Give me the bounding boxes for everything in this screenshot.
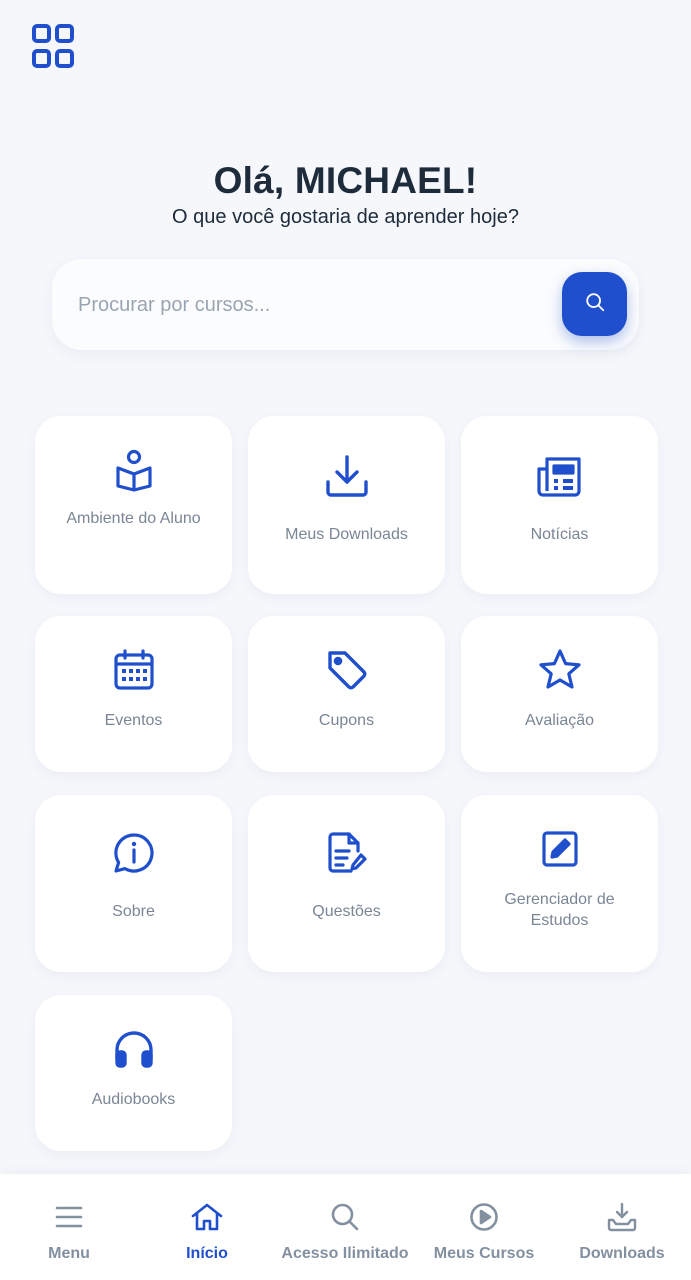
headphones-icon [110, 1025, 158, 1073]
inbox-download-icon [606, 1202, 638, 1237]
search-bar [52, 259, 639, 350]
grid-item-label: Ambiente do Aluno [66, 510, 201, 527]
student-reading-icon [110, 446, 158, 494]
apps-grid-icon[interactable] [30, 22, 78, 70]
grid-item-label: Gerenciador de Estudos [504, 891, 615, 929]
edit-square-icon [536, 825, 584, 873]
grid-item-label: Notícias [530, 526, 589, 543]
tag-icon [323, 646, 371, 694]
grid-item-questoes[interactable]: Questões [248, 795, 445, 972]
star-icon [536, 646, 584, 694]
play-circle-icon [469, 1202, 499, 1237]
nav-item-downloads[interactable]: Downloads [553, 1202, 691, 1263]
grid-item-label: Cupons [318, 712, 375, 729]
nav-label: Meus Cursos [433, 1245, 535, 1262]
nav-item-inicio[interactable]: Início [138, 1202, 276, 1263]
grid-item-noticias[interactable]: Notícias [461, 416, 658, 594]
grid-item-avaliacao[interactable]: Avaliação [461, 616, 658, 772]
calendar-icon [110, 646, 158, 694]
grid-item-label: Avaliação [524, 712, 595, 729]
download-icon [323, 452, 371, 500]
nav-label: Início [186, 1245, 228, 1262]
nav-item-meus-cursos[interactable]: Meus Cursos [415, 1202, 553, 1263]
bottom-navigation: Menu Início Acesso Ilimitado Meus Cursos [0, 1174, 691, 1280]
grid-item-gerenciador-de-estudos[interactable]: Gerenciador de Estudos [461, 795, 658, 972]
nav-item-acesso-ilimitado[interactable]: Acesso Ilimitado [276, 1202, 414, 1263]
newspaper-icon [536, 452, 584, 500]
file-edit-icon [323, 829, 371, 877]
info-chat-icon [110, 829, 158, 877]
grid-item-ambiente-do-aluno[interactable]: Ambiente do Aluno [35, 416, 232, 594]
grid-item-cupons[interactable]: Cupons [248, 616, 445, 772]
grid-item-label: Audiobooks [91, 1091, 176, 1108]
grid-item-eventos[interactable]: Eventos [35, 616, 232, 772]
grid-item-audiobooks[interactable]: Audiobooks [35, 995, 232, 1151]
grid-item-sobre[interactable]: Sobre [35, 795, 232, 972]
nav-item-menu[interactable]: Menu [0, 1202, 138, 1263]
hamburger-icon [54, 1202, 84, 1237]
grid-item-label: Sobre [112, 903, 155, 920]
search-input[interactable] [78, 287, 548, 323]
grid-item-label: Eventos [104, 712, 163, 729]
greeting-subtitle: O que você gostaria de aprender hoje? [172, 206, 519, 228]
grid-item-label: Meus Downloads [285, 526, 408, 543]
nav-label: Acesso Ilimitado [281, 1245, 409, 1262]
nav-label: Downloads [579, 1245, 665, 1262]
search-icon [584, 291, 606, 318]
search-icon [330, 1202, 360, 1237]
home-icon [191, 1202, 223, 1237]
greeting-title: Olá, MICHAEL! [213, 160, 478, 201]
search-button[interactable] [562, 272, 627, 336]
grid-item-meus-downloads[interactable]: Meus Downloads [248, 416, 445, 594]
grid-item-label: Questões [312, 903, 381, 920]
nav-label: Menu [48, 1245, 90, 1262]
